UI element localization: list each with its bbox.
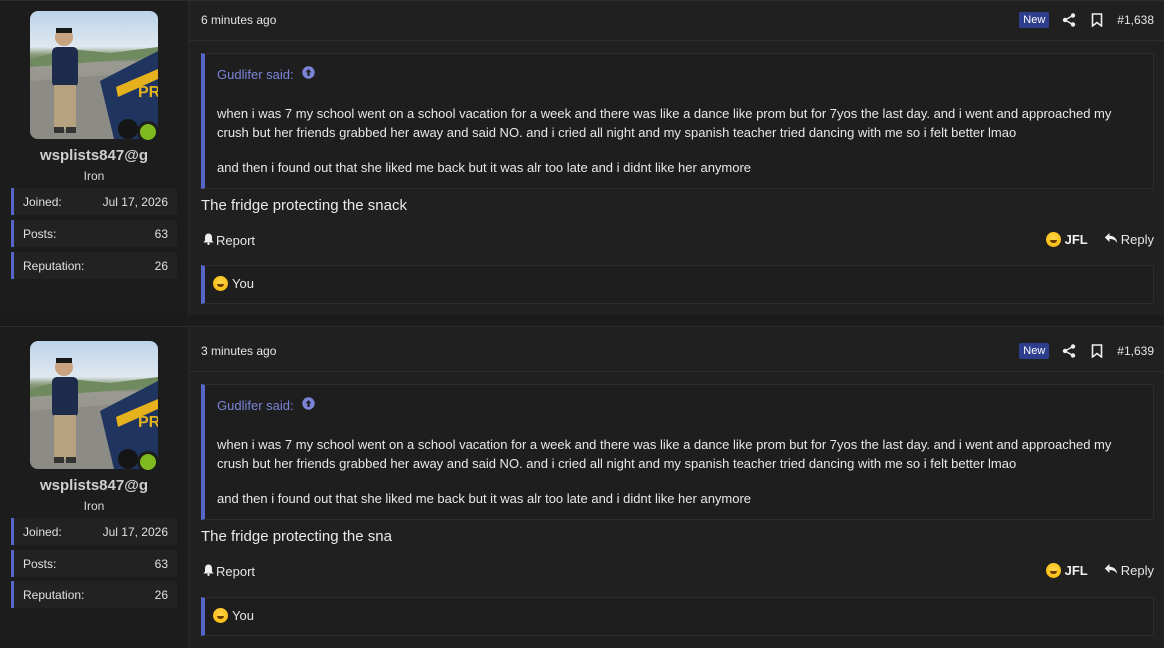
share-icon[interactable] <box>1061 343 1077 359</box>
quote-paragraph: and then i found out that she liked me b… <box>217 491 752 506</box>
reaction-label: JFL <box>1064 232 1088 247</box>
reply-button[interactable]: Reply <box>1104 563 1154 578</box>
post-message: The fridge protecting the snack <box>201 197 407 214</box>
bell-icon <box>203 233 214 248</box>
reply-label: Reply <box>1120 563 1154 578</box>
user-rank: Iron <box>83 169 105 183</box>
post-main: 3 minutes ago New #1,639 Gudlifer said: … <box>189 327 1164 648</box>
reaction-button[interactable]: JFL <box>1045 232 1088 247</box>
new-badge: New <box>1019 12 1050 28</box>
stat-joined: Joined: Jul 17, 2026 <box>11 518 177 545</box>
stat-joined: Joined: Jul 17, 2026 <box>11 188 177 215</box>
avatar-photo: PR <box>30 341 158 469</box>
reply-icon <box>1104 563 1118 578</box>
reply-icon <box>1104 232 1118 247</box>
stat-label: Reputation: <box>23 588 85 602</box>
quote-paragraph: and then i found out that she liked me b… <box>217 160 752 175</box>
quote-body: when i was 7 my school went on a school … <box>217 104 1143 193</box>
avatar[interactable]: PR <box>30 11 159 143</box>
bookmark-icon[interactable] <box>1089 12 1105 28</box>
post-header-actions: New #1,638 <box>1019 11 1154 29</box>
username[interactable]: wsplists847@g <box>0 477 188 494</box>
avatar-photo: PR <box>30 11 158 139</box>
post-actions: JFL Reply <box>1045 563 1154 578</box>
avatar[interactable]: PR <box>30 341 159 473</box>
stat-reputation: Reputation: 26 <box>11 581 177 608</box>
stat-posts: Posts: 63 <box>11 550 177 577</box>
stat-label: Posts: <box>23 227 57 241</box>
header-divider <box>189 371 1164 372</box>
laughing-emoji-icon <box>213 608 228 623</box>
reply-label: Reply <box>1120 232 1154 247</box>
stat-label: Reputation: <box>23 259 85 273</box>
new-badge: New <box>1019 343 1050 359</box>
stat-reputation: Reputation: 26 <box>11 252 177 279</box>
quote-author[interactable]: Gudlifer said: <box>217 67 294 82</box>
stat-label: Posts: <box>23 557 57 571</box>
arrow-up-circle-icon[interactable] <box>301 397 315 413</box>
bookmark-icon[interactable] <box>1089 343 1105 359</box>
stat-value: 63 <box>154 227 168 241</box>
header-divider <box>189 40 1164 41</box>
post-separator <box>0 315 1164 326</box>
reaction-button[interactable]: JFL <box>1045 563 1088 578</box>
quote-author[interactable]: Gudlifer said: <box>217 398 294 413</box>
username[interactable]: wsplists847@g <box>0 147 188 164</box>
user-rank: Iron <box>83 499 105 513</box>
bell-icon <box>203 564 214 579</box>
reply-button[interactable]: Reply <box>1104 232 1154 247</box>
stat-posts: Posts: 63 <box>11 220 177 247</box>
svg-text:PR: PR <box>138 84 158 101</box>
laughing-emoji-icon <box>213 276 228 291</box>
stat-value: 26 <box>154 259 168 273</box>
user-sidebar: PR wsplists847@g Iron Joined: Jul 17, 20… <box>0 327 189 648</box>
quote-body: when i was 7 my school went on a school … <box>217 435 1143 524</box>
quote-block: Gudlifer said: when i was 7 my school we… <box>201 384 1154 520</box>
post: PR wsplists847@g Iron Joined: Jul 17, 20… <box>0 0 1164 316</box>
laughing-emoji-icon <box>1045 232 1061 247</box>
arrow-up-circle-icon[interactable] <box>301 66 315 82</box>
share-icon[interactable] <box>1061 12 1077 28</box>
svg-text:PR: PR <box>138 414 158 431</box>
user-sidebar: PR wsplists847@g Iron Joined: Jul 17, 20… <box>0 1 189 316</box>
stat-value: 26 <box>154 588 168 602</box>
post-header-actions: New #1,639 <box>1019 342 1154 360</box>
report-label: Report <box>216 233 256 248</box>
post-main: 6 minutes ago New #1,638 Gudlifer said: … <box>189 1 1164 316</box>
post-number[interactable]: #1,639 <box>1117 344 1154 358</box>
online-status-indicator <box>137 451 159 473</box>
stat-value: Jul 17, 2026 <box>102 525 168 539</box>
reactions-by[interactable]: You <box>232 276 254 291</box>
reactions-bar[interactable]: You <box>201 597 1154 636</box>
post-message: The fridge protecting the sna <box>201 528 392 545</box>
reactions-by[interactable]: You <box>232 608 254 623</box>
online-status-indicator <box>137 121 159 143</box>
quote-attribution[interactable]: Gudlifer said: <box>217 397 315 413</box>
report-label: Report <box>216 564 256 579</box>
stat-value: Jul 17, 2026 <box>102 195 168 209</box>
quote-paragraph: when i was 7 my school went on a school … <box>217 437 1112 471</box>
reaction-label: JFL <box>1064 563 1088 578</box>
report-button[interactable]: Report <box>203 564 255 579</box>
laughing-emoji-icon <box>1045 563 1061 578</box>
quote-paragraph: when i was 7 my school went on a school … <box>217 106 1112 140</box>
stat-label: Joined: <box>23 525 62 539</box>
post-timestamp[interactable]: 3 minutes ago <box>201 344 276 358</box>
report-button[interactable]: Report <box>203 233 255 248</box>
stat-value: 63 <box>154 557 168 571</box>
post-timestamp[interactable]: 6 minutes ago <box>201 13 276 27</box>
stat-label: Joined: <box>23 195 62 209</box>
reactions-bar[interactable]: You <box>201 265 1154 304</box>
post-number[interactable]: #1,638 <box>1117 13 1154 27</box>
post-actions: JFL Reply <box>1045 232 1154 247</box>
quote-block: Gudlifer said: when i was 7 my school we… <box>201 53 1154 189</box>
post: PR wsplists847@g Iron Joined: Jul 17, 20… <box>0 326 1164 648</box>
quote-attribution[interactable]: Gudlifer said: <box>217 66 315 82</box>
